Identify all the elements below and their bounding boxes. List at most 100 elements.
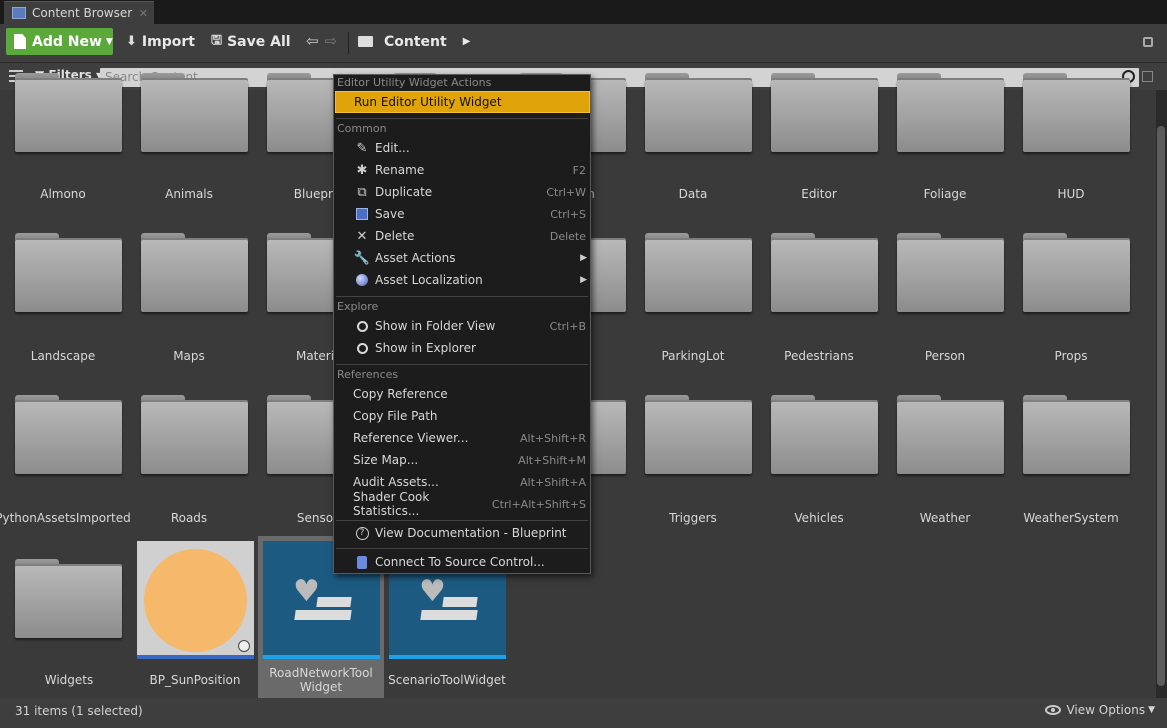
menu-item-asset-localization[interactable]: Asset Localization ▶ [335, 269, 590, 291]
item-count: 31 items (1 selected) [15, 704, 143, 718]
duplicate-icon: ⧉ [357, 184, 367, 200]
folder-label: Person [924, 349, 966, 363]
tab-content-browser[interactable]: Content Browser ✕ [4, 1, 154, 24]
menu-item-edit[interactable]: ✎ Edit... [335, 137, 590, 159]
shortcut-label: F2 [572, 163, 586, 177]
widget-graphic [442, 597, 478, 607]
folder-label: Props [1054, 349, 1088, 363]
menu-item-label: Reference Viewer... [353, 431, 469, 445]
breadcrumb-content[interactable]: Content [384, 34, 447, 50]
folder-icon [141, 73, 248, 153]
chevron-down-icon: ▼ [105, 36, 113, 47]
shortcut-label: Alt+Shift+R [520, 431, 586, 445]
folder-tile[interactable] [0, 229, 126, 359]
menu-item-label: Size Map... [353, 453, 419, 467]
add-new-button[interactable]: Add New ▼ [6, 28, 113, 55]
submenu-arrow-icon: ▶ [580, 275, 587, 285]
widget-graphic [316, 597, 352, 607]
save-search-icon[interactable] [1142, 71, 1153, 82]
folder-tile[interactable] [882, 391, 1008, 521]
folder-tile[interactable] [1008, 229, 1134, 359]
forward-arrow-icon[interactable]: ⇨ [325, 32, 338, 50]
menu-item-copy-path[interactable]: Copy File Path [335, 405, 590, 427]
chevron-down-icon: ▼ [1148, 705, 1155, 715]
folder-tile[interactable] [126, 229, 252, 359]
wrench-icon: 🔧 [353, 250, 371, 266]
menu-item-show-folder[interactable]: Show in Folder View Ctrl+B [335, 315, 590, 337]
menu-divider [336, 118, 588, 119]
menu-divider [336, 548, 588, 549]
menu-item-run-widget[interactable]: Run Editor Utility Widget [335, 91, 590, 113]
folder-tile[interactable] [1008, 391, 1134, 521]
close-icon: ✕ [356, 228, 368, 244]
asset-type-bar [263, 655, 380, 659]
menu-item-save[interactable]: Save Ctrl+S [335, 203, 590, 225]
import-button[interactable]: ⬇ Import [126, 28, 195, 55]
close-icon[interactable]: ✕ [139, 7, 148, 20]
menu-item-label: Duplicate [375, 185, 433, 199]
save-icon [354, 206, 370, 222]
folder-label: Landscape [30, 349, 96, 363]
folder-tile[interactable] [756, 391, 882, 521]
asset-type-bar [389, 655, 506, 659]
chevron-right-icon[interactable]: ▶ [463, 36, 471, 47]
shortcut-label: Ctrl+W [546, 185, 586, 199]
folder-tile[interactable] [630, 229, 756, 359]
lock-icon[interactable] [1143, 37, 1153, 47]
folder-icon [141, 233, 248, 313]
menu-item-label: Copy Reference [353, 387, 448, 401]
scrollbar-thumb[interactable] [1157, 126, 1165, 686]
view-options-button[interactable]: View Options ▼ [1045, 703, 1155, 717]
folder-tile[interactable] [630, 391, 756, 521]
save-all-button[interactable]: 🖫 Save All [211, 28, 291, 55]
folder-label: Almono [40, 187, 86, 201]
folder-label: Pedestrians [784, 349, 854, 363]
folder-icon [15, 73, 122, 153]
menu-item-rename[interactable]: ✱ Rename F2 [335, 159, 590, 181]
folder-label: WeatherSystem [1023, 511, 1119, 525]
asset-thumbnail-bp-sunposition[interactable] [137, 541, 254, 659]
folder-tile[interactable]: Widgets [0, 553, 126, 693]
eye-icon [1045, 705, 1062, 715]
back-arrow-icon[interactable]: ⇦ [306, 32, 319, 50]
menu-item-view-docs[interactable]: ? View Documentation - Blueprint [335, 522, 590, 544]
folder-label: Editor [801, 187, 837, 201]
menu-item-label: Audit Assets... [353, 475, 439, 489]
folder-tile[interactable] [882, 229, 1008, 359]
asset-label: BP_SunPosition [149, 673, 241, 687]
folder-tile[interactable] [0, 391, 126, 521]
menu-item-copy-reference[interactable]: Copy Reference [335, 383, 590, 405]
folder-icon [645, 73, 752, 153]
asset-type-bar [137, 655, 254, 659]
view-options-label: View Options [1066, 703, 1146, 717]
toolbar: Add New ▼ ⬇ Import 🖫 Save All ⇦ ⇨ Content… [0, 24, 1167, 62]
context-menu: Editor Utility Widget Actions Run Editor… [333, 74, 591, 574]
folder-label: Roads [170, 511, 208, 525]
menu-divider [336, 296, 588, 297]
folder-tile[interactable] [756, 229, 882, 359]
asset-label: ScenarioToolWidget [388, 673, 506, 687]
folder-icon [897, 73, 1004, 153]
folder-tile[interactable] [126, 391, 252, 521]
rename-icon: ✱ [356, 162, 368, 178]
menu-item-duplicate[interactable]: ⧉ Duplicate Ctrl+W [335, 181, 590, 203]
folder-icon [1023, 73, 1130, 153]
folder-label: Animals [165, 187, 213, 201]
menu-item-label: Connect To Source Control... [375, 555, 545, 569]
widget-graphic [294, 610, 352, 620]
menu-item-source-control[interactable]: Connect To Source Control... [335, 551, 590, 573]
menu-item-label: Delete [375, 229, 415, 243]
menu-item-asset-actions[interactable]: 🔧 Asset Actions ▶ [335, 247, 590, 269]
menu-section-header: Common [337, 122, 387, 135]
breadcrumb[interactable]: Content ▶ [358, 28, 470, 55]
folder-icon [1023, 395, 1130, 475]
shortcut-label: Ctrl+S [550, 207, 586, 221]
folder-label: Weather [919, 511, 971, 525]
folder-icon [645, 395, 752, 475]
menu-item-reference-viewer[interactable]: Reference Viewer... Alt+Shift+R [335, 427, 590, 449]
menu-item-show-explorer[interactable]: Show in Explorer [335, 337, 590, 359]
scrollbar[interactable] [1156, 90, 1167, 698]
menu-item-delete[interactable]: ✕ Delete Delete [335, 225, 590, 247]
menu-item-size-map[interactable]: Size Map... Alt+Shift+M [335, 449, 590, 471]
menu-item-shader-stats[interactable]: Shader Cook Statistics... Ctrl+Alt+Shift+… [335, 490, 590, 518]
